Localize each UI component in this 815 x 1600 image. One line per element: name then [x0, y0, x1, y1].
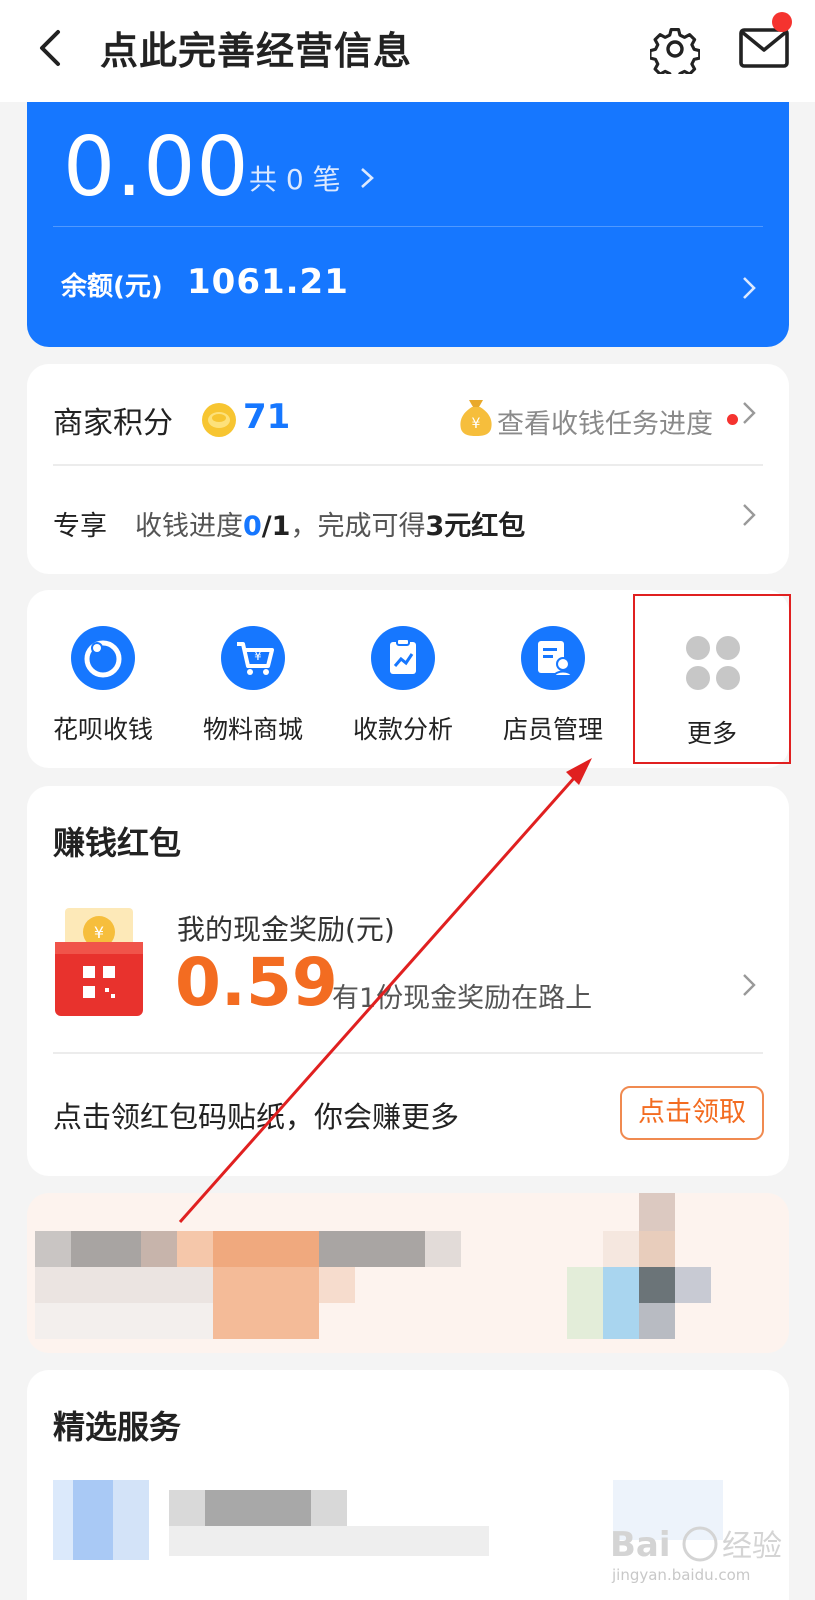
- shortcut-analysis[interactable]: 收款分析: [327, 590, 479, 768]
- chevron-right-icon[interactable]: [739, 272, 759, 304]
- watermark-url: jingyan.baidu.com: [612, 1566, 751, 1584]
- svg-text:¥: ¥: [94, 923, 104, 942]
- notification-dot: [727, 414, 738, 425]
- money-bag-icon: ¥: [460, 400, 492, 436]
- huabei-icon: [71, 626, 135, 690]
- chevron-right-icon[interactable]: [739, 970, 759, 1000]
- gear-icon[interactable]: [650, 24, 700, 74]
- transaction-count[interactable]: 共 0 笔: [249, 158, 341, 198]
- coin-icon: [202, 403, 236, 437]
- page-title[interactable]: 点此完善经营信息: [100, 20, 412, 75]
- promo-banner[interactable]: [27, 1193, 789, 1353]
- merchant-points-card: 商家积分 71 ¥ 查看收钱任务进度 专享 收钱进度0/1，完成可得3元红包: [27, 364, 789, 574]
- divider: [53, 1052, 763, 1054]
- section-title: 赚钱红包: [53, 824, 182, 862]
- reward-note: 有1份现金奖励在路上: [332, 983, 593, 1014]
- top-bar: 点此完善经营信息: [0, 0, 815, 102]
- section-title: 精选服务: [53, 1408, 182, 1446]
- more-button[interactable]: 更多: [633, 594, 791, 764]
- shortcut-label: 物料商城: [202, 715, 303, 744]
- sticker-promo-text: 点击领红包码贴纸，你会赚更多: [53, 1100, 460, 1134]
- notification-dot: [772, 12, 792, 32]
- balance-label: 余额(元): [61, 272, 163, 302]
- staff-icon: [521, 626, 585, 690]
- shortcut-material-mall[interactable]: ¥ 物料商城: [177, 590, 329, 768]
- red-envelope-icon: ¥: [55, 908, 143, 1016]
- balance-value[interactable]: 1061.21: [187, 262, 349, 302]
- shortcut-staff[interactable]: 店员管理: [477, 590, 629, 768]
- svg-text:Bai: Bai: [610, 1525, 671, 1565]
- earn-redpacket-card: 赚钱红包 ¥ 我的现金奖励(元) 0.59 有1份现金奖励在路上 点击领红包码贴…: [27, 786, 789, 1176]
- income-summary-card: 0.00 共 0 笔 余额(元) 1061.21: [27, 102, 789, 347]
- svg-text:¥: ¥: [254, 649, 262, 663]
- chevron-right-icon[interactable]: [739, 398, 759, 428]
- shortcut-label: 收款分析: [352, 715, 453, 744]
- collection-progress[interactable]: 收钱进度0/1，完成可得3元红包: [135, 504, 525, 543]
- divider: [53, 226, 763, 227]
- chevron-right-icon: [361, 168, 374, 188]
- chevron-right-icon[interactable]: [739, 500, 759, 530]
- reward-label: 我的现金奖励(元): [177, 913, 395, 946]
- back-icon[interactable]: [30, 26, 74, 70]
- analysis-icon: [371, 626, 435, 690]
- svg-text:¥: ¥: [472, 416, 481, 432]
- today-amount: 0.00: [63, 120, 250, 215]
- svg-text:经验: 经验: [722, 1529, 782, 1564]
- claim-button[interactable]: 点击领取: [620, 1086, 764, 1140]
- shortcut-huabei[interactable]: 花呗收钱: [27, 590, 179, 768]
- shortcut-label: 店员管理: [502, 715, 603, 744]
- shop-cart-icon: ¥: [221, 626, 285, 690]
- points-value: 71: [243, 397, 291, 437]
- more-grid-icon: [686, 636, 740, 690]
- points-label: 商家积分: [53, 406, 173, 441]
- shortcut-label: 花呗收钱: [52, 715, 153, 744]
- divider: [53, 464, 763, 466]
- task-progress-link[interactable]: 查看收钱任务进度: [497, 402, 713, 441]
- reward-value: 0.59: [175, 944, 338, 1021]
- exclusive-tag: 专享: [53, 511, 107, 542]
- more-label: 更多: [686, 719, 737, 748]
